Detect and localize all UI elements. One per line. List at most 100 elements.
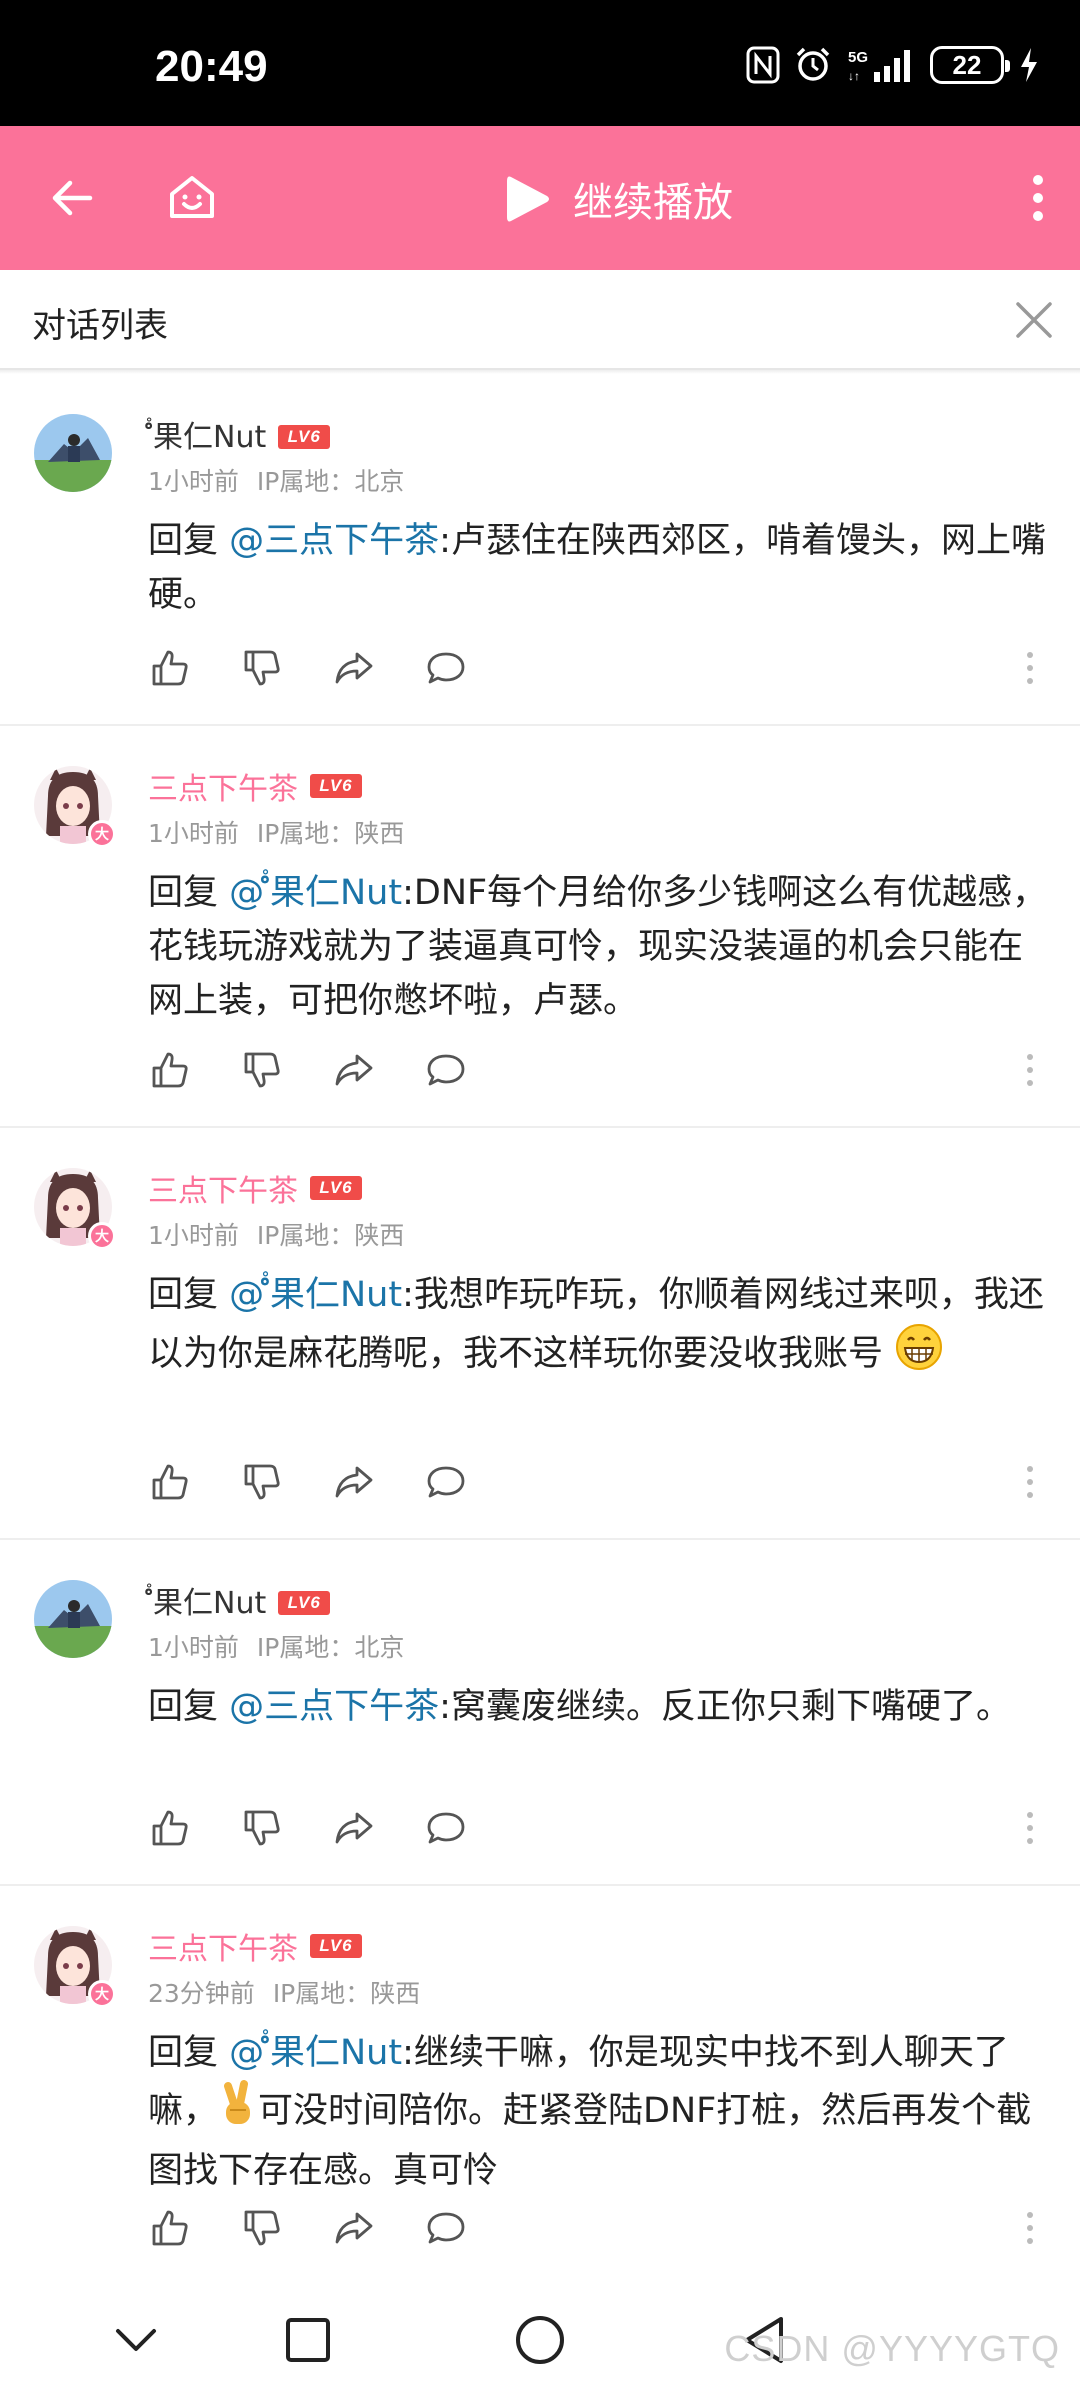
close-icon xyxy=(1016,302,1052,338)
user-name[interactable]: 三点下午茶 xyxy=(148,764,298,808)
reply-prefix: 回复 xyxy=(148,2033,219,2073)
thumb-down-icon xyxy=(244,1052,280,1088)
dislike-button[interactable] xyxy=(240,646,284,690)
share-button[interactable] xyxy=(332,1806,376,1850)
comment-icon xyxy=(427,1466,465,1498)
like-button[interactable] xyxy=(148,1806,192,1850)
like-button[interactable] xyxy=(148,2206,192,2250)
like-button[interactable] xyxy=(148,1048,192,1092)
comment-text: 回复 @ ํํ果仁Nut:DNF每个月给你多少钱啊这么有优越感，花钱玩游戏就为了… xyxy=(148,866,1048,1028)
vip-badge: 大 xyxy=(88,1222,116,1250)
mention-link[interactable]: @ ํํ果仁Nut xyxy=(229,1275,402,1315)
home-button[interactable] xyxy=(160,166,224,230)
dislike-button[interactable] xyxy=(240,1460,284,1504)
ip-location: IP属地：陕西 xyxy=(256,819,405,848)
thumb-up-icon xyxy=(152,1464,188,1500)
avatar[interactable]: 大 xyxy=(34,766,116,848)
comment-time: 1小时前 xyxy=(148,467,239,496)
comment-icon xyxy=(427,1054,465,1086)
system-nav-bar: CSDN @YYYYGTQ xyxy=(0,2280,1080,2400)
nav-collapse-button[interactable] xyxy=(104,2308,168,2372)
mention-link[interactable]: @三点下午茶 xyxy=(229,521,439,561)
comment-more-button[interactable] xyxy=(1020,2206,1040,2250)
continue-play-label: 继续播放 xyxy=(573,180,733,226)
thumb-up-icon xyxy=(152,2210,188,2246)
avatar[interactable]: 大 xyxy=(34,1168,116,1250)
reply-prefix: 回复 xyxy=(148,873,219,913)
share-icon xyxy=(335,2212,373,2244)
action-row xyxy=(148,646,468,690)
level-badge: LV6 xyxy=(310,1934,362,1958)
ip-location: IP属地：陕西 xyxy=(272,1979,421,2008)
action-row xyxy=(148,2206,468,2250)
nav-home-icon xyxy=(516,2316,564,2364)
dialog-header: 对话列表 xyxy=(0,270,1080,370)
nav-collapse-icon xyxy=(116,2329,156,2351)
back-button[interactable] xyxy=(40,166,104,230)
comment-more-button[interactable] xyxy=(1020,1048,1040,1092)
charging-icon xyxy=(1021,48,1037,82)
avatar[interactable]: 大 xyxy=(34,1926,116,2008)
reply-button[interactable] xyxy=(424,1048,468,1092)
comment-more-button[interactable] xyxy=(1020,1806,1040,1850)
share-icon xyxy=(335,1812,373,1844)
comment-item: 大 三点下午茶 LV6 1小时前 IP属地：陕西 回复 @ ํํ果仁Nut:我想… xyxy=(0,1128,1080,1540)
nav-recent-icon xyxy=(286,2318,330,2362)
comment-time: 1小时前 xyxy=(148,1221,239,1250)
like-button[interactable] xyxy=(148,646,192,690)
avatar[interactable] xyxy=(34,414,112,492)
nav-recent-button[interactable] xyxy=(276,2308,340,2372)
reply-button[interactable] xyxy=(424,646,468,690)
meta-row: 1小时前 IP属地：陕西 xyxy=(148,1216,404,1252)
reply-button[interactable] xyxy=(424,1806,468,1850)
nav-home-button[interactable] xyxy=(508,2308,572,2372)
comment-icon xyxy=(427,1812,465,1844)
ip-location: IP属地：陕西 xyxy=(256,1221,405,1250)
comment-time: 1小时前 xyxy=(148,1633,239,1662)
level-badge: LV6 xyxy=(278,1590,331,1615)
share-button[interactable] xyxy=(332,1048,376,1092)
mention-link[interactable]: @ ํํ果仁Nut xyxy=(229,2033,402,2073)
share-button[interactable] xyxy=(332,1460,376,1504)
meta-row: 1小时前 IP属地：陕西 xyxy=(148,814,404,850)
reply-button[interactable] xyxy=(424,2206,468,2250)
thumb-down-icon xyxy=(244,2210,280,2246)
thumb-down-icon xyxy=(244,1810,280,1846)
status-bar: 20:49 5G ↓↑ 22 xyxy=(0,0,1080,126)
dislike-button[interactable] xyxy=(240,2206,284,2250)
comment-more-button[interactable] xyxy=(1020,1460,1040,1504)
action-row xyxy=(148,1460,468,1504)
user-name[interactable]: ํํ果仁Nut xyxy=(148,412,266,461)
avatar[interactable] xyxy=(34,1580,112,1658)
dislike-button[interactable] xyxy=(240,1806,284,1850)
continue-play-button[interactable]: 继续播放 xyxy=(505,170,733,228)
comment-list: ํํ果仁Nut LV6 1小时前 IP属地：北京 回复 @三点下午茶:卢瑟住在陕… xyxy=(0,374,1080,2286)
thumb-down-icon xyxy=(244,1464,280,1500)
user-name[interactable]: ํํ果仁Nut xyxy=(148,1578,266,1627)
comment-text: 回复 @ ํํ果仁Nut:继续干嘛，你是现实中找不到人聊天了嘛， 可没时间陪你。赶… xyxy=(148,2026,1048,2198)
nfc-icon xyxy=(746,46,780,84)
reply-button[interactable] xyxy=(424,1460,468,1504)
svg-text:↓↑: ↓↑ xyxy=(848,69,860,83)
mention-link[interactable]: @ ํํ果仁Nut xyxy=(229,873,402,913)
share-button[interactable] xyxy=(332,2206,376,2250)
status-icons: 5G ↓↑ 22 xyxy=(746,46,1040,84)
user-name[interactable]: 三点下午茶 xyxy=(148,1924,298,1968)
action-row xyxy=(148,1806,468,1850)
comment-more-button[interactable] xyxy=(1020,646,1040,690)
reply-prefix: 回复 xyxy=(148,521,219,561)
share-button[interactable] xyxy=(332,646,376,690)
like-button[interactable] xyxy=(148,1460,192,1504)
more-options-button[interactable] xyxy=(1006,166,1070,230)
reply-prefix: 回复 xyxy=(148,1687,219,1727)
signal-icon: 5G ↓↑ xyxy=(848,49,910,83)
name-row: ํํ果仁Nut LV6 xyxy=(148,412,331,461)
comment-item: 大 三点下午茶 LV6 1小时前 IP属地：陕西 回复 @ ํํ果仁Nut:DN… xyxy=(0,726,1080,1128)
dislike-button[interactable] xyxy=(240,1048,284,1092)
user-name[interactable]: 三点下午茶 xyxy=(148,1166,298,1210)
mention-link[interactable]: @三点下午茶 xyxy=(229,1687,439,1727)
status-time: 20:49 xyxy=(155,42,268,91)
ip-location: IP属地：北京 xyxy=(256,467,405,496)
close-button[interactable] xyxy=(1006,292,1062,348)
comment-text: 回复 @三点下午茶:卢瑟住在陕西郊区，啃着馒头，网上嘴硬。 xyxy=(148,514,1048,622)
